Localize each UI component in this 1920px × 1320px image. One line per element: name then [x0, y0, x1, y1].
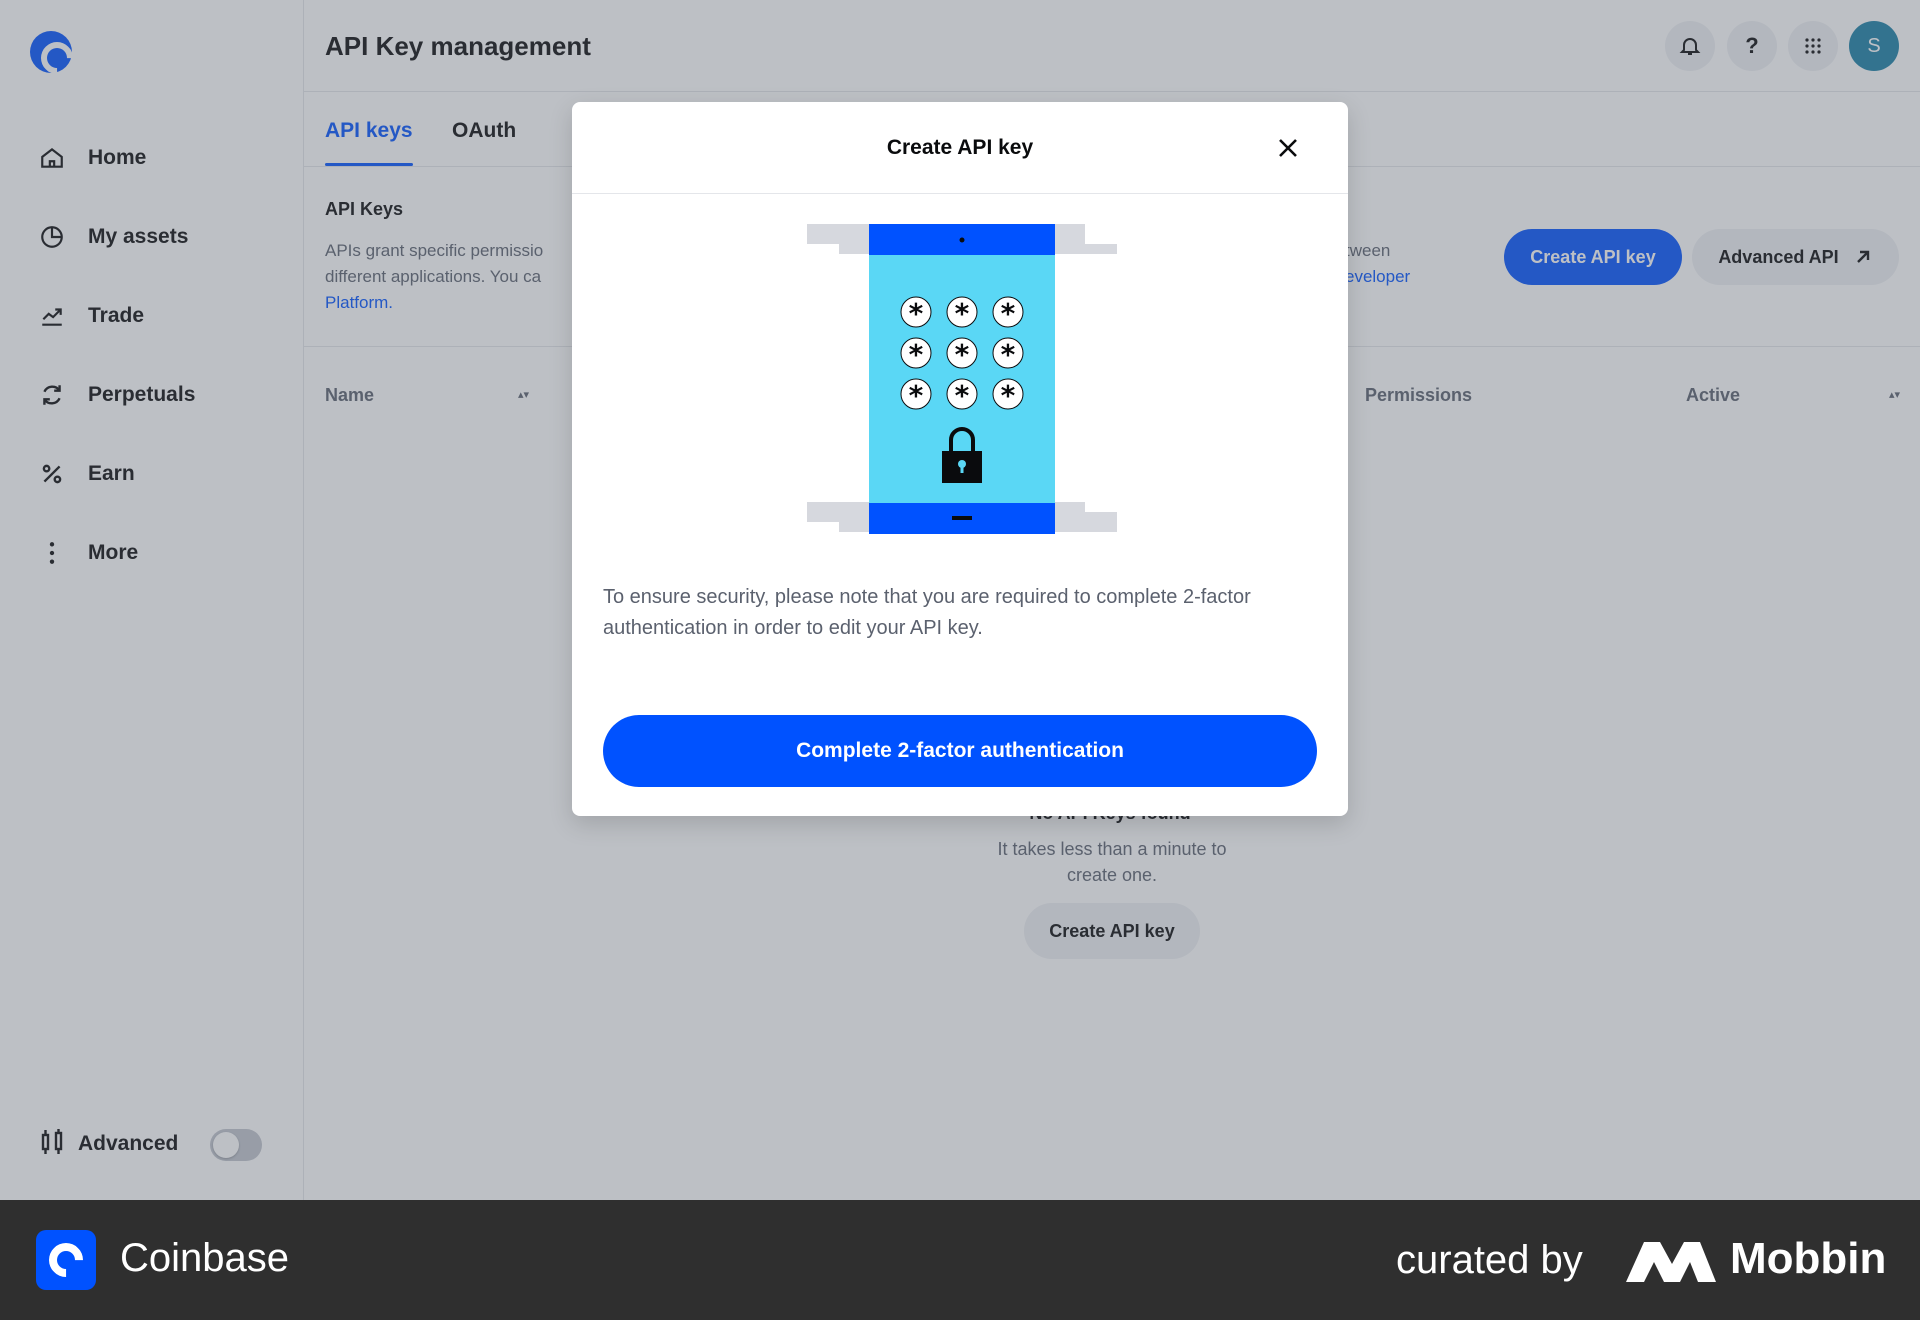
modal-header: Create API key — [572, 102, 1348, 194]
svg-text:*: * — [1001, 338, 1016, 371]
create-api-key-modal: Create API key * * * * * * * * * To ensu… — [572, 102, 1348, 816]
svg-text:*: * — [1001, 297, 1016, 330]
svg-text:*: * — [909, 297, 924, 330]
app-window: Home My assets Trade Perpetuals Earn Mor… — [0, 0, 1920, 1200]
complete-2fa-button[interactable]: Complete 2-factor authentication — [603, 715, 1317, 787]
svg-text:*: * — [955, 338, 970, 371]
mobbin-logo-icon — [1626, 1242, 1716, 1282]
phone-lock-illustration: * * * * * * * * * — [807, 224, 1117, 534]
brand-name: Coinbase — [120, 1236, 290, 1280]
close-icon — [1279, 139, 1297, 157]
curated-by-label: curated by — [1396, 1238, 1583, 1282]
modal-description: To ensure security, please note that you… — [603, 586, 1251, 639]
svg-text:*: * — [909, 338, 924, 371]
svg-text:*: * — [1001, 379, 1016, 412]
coinbase-app-icon — [36, 1230, 96, 1290]
curator-name: Mobbin — [1730, 1234, 1887, 1283]
close-button[interactable] — [1272, 132, 1304, 164]
svg-text:*: * — [955, 297, 970, 330]
svg-text:*: * — [955, 379, 970, 412]
attribution-banner: Coinbase curated by Mobbin — [0, 1200, 1920, 1320]
modal-title: Create API key — [886, 136, 1034, 159]
svg-text:*: * — [909, 379, 924, 412]
button-label: Complete 2-factor authentication — [796, 739, 1124, 762]
